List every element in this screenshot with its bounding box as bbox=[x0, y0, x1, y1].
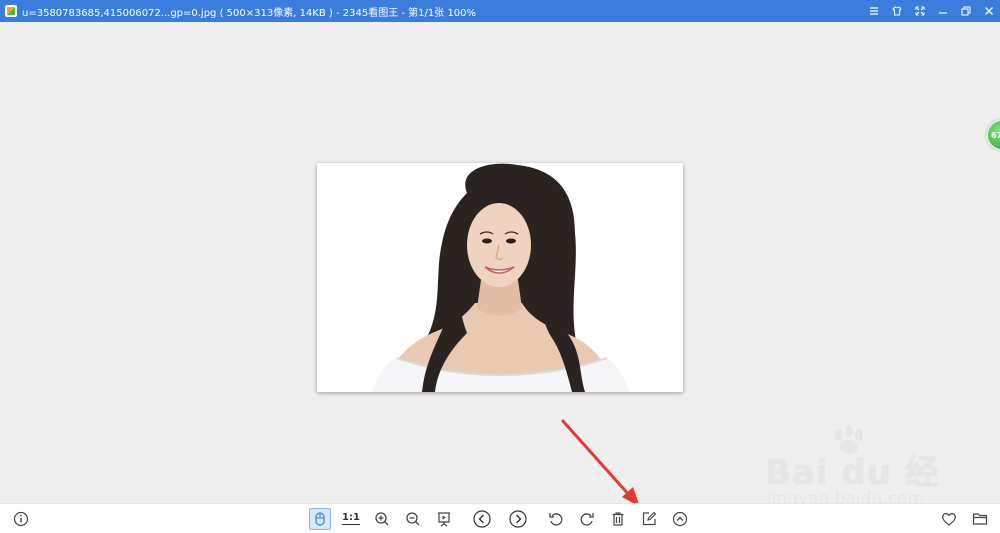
rotate-right-icon bbox=[580, 513, 594, 526]
rotate-left-icon bbox=[549, 513, 563, 526]
fullscreen-icon[interactable] bbox=[908, 0, 931, 22]
edit-icon bbox=[642, 511, 657, 526]
slideshow-button[interactable] bbox=[433, 508, 455, 530]
next-icon bbox=[509, 510, 527, 528]
info-button[interactable] bbox=[10, 508, 32, 530]
zoom-in-button[interactable] bbox=[371, 508, 393, 530]
close-icon[interactable] bbox=[977, 0, 1000, 22]
more-button[interactable] bbox=[669, 508, 691, 530]
floating-badge[interactable]: 67 bbox=[986, 119, 1000, 151]
delete-button[interactable] bbox=[607, 508, 629, 530]
favorite-icon bbox=[942, 513, 956, 526]
more-icon bbox=[672, 511, 688, 527]
previous-button[interactable] bbox=[471, 508, 493, 530]
delete-icon bbox=[612, 512, 624, 526]
actual-size-icon: 1:1 bbox=[342, 512, 360, 525]
app-icon bbox=[5, 5, 17, 17]
displayed-photo bbox=[317, 163, 683, 392]
actual-size-button[interactable]: 1:1 bbox=[340, 508, 362, 530]
mouse-mode-button[interactable] bbox=[309, 508, 331, 530]
skin-icon[interactable] bbox=[885, 0, 908, 22]
open-folder-icon bbox=[972, 513, 988, 525]
title-bar: u=3580783685,415006072...gp=0.jpg ( 500×… bbox=[0, 0, 1000, 22]
image-viewer[interactable]: 67 bbox=[0, 22, 1000, 503]
open-folder-button[interactable] bbox=[969, 508, 991, 530]
zoom-in-icon bbox=[375, 512, 389, 526]
next-button[interactable] bbox=[507, 508, 529, 530]
window-title: u=3580783685,415006072...gp=0.jpg ( 500×… bbox=[22, 7, 477, 19]
floating-badge-text: 67 bbox=[991, 130, 1000, 140]
favorite-button[interactable] bbox=[938, 508, 960, 530]
zoom-out-button[interactable] bbox=[402, 508, 424, 530]
previous-icon bbox=[473, 510, 491, 528]
bottom-toolbar: 1:1 bbox=[0, 503, 1000, 533]
slideshow-icon bbox=[438, 512, 450, 527]
zoom-out-icon bbox=[406, 512, 420, 526]
rotate-left-button[interactable] bbox=[545, 508, 567, 530]
portrait-image bbox=[317, 163, 683, 392]
rotate-right-button[interactable] bbox=[576, 508, 598, 530]
menu-icon[interactable] bbox=[862, 0, 885, 22]
restore-icon[interactable] bbox=[954, 0, 977, 22]
minimize-icon[interactable] bbox=[931, 0, 954, 22]
edit-button[interactable] bbox=[638, 508, 660, 530]
mouse-mode-icon bbox=[315, 512, 325, 526]
window-controls bbox=[862, 0, 1000, 22]
info-icon bbox=[13, 511, 29, 527]
